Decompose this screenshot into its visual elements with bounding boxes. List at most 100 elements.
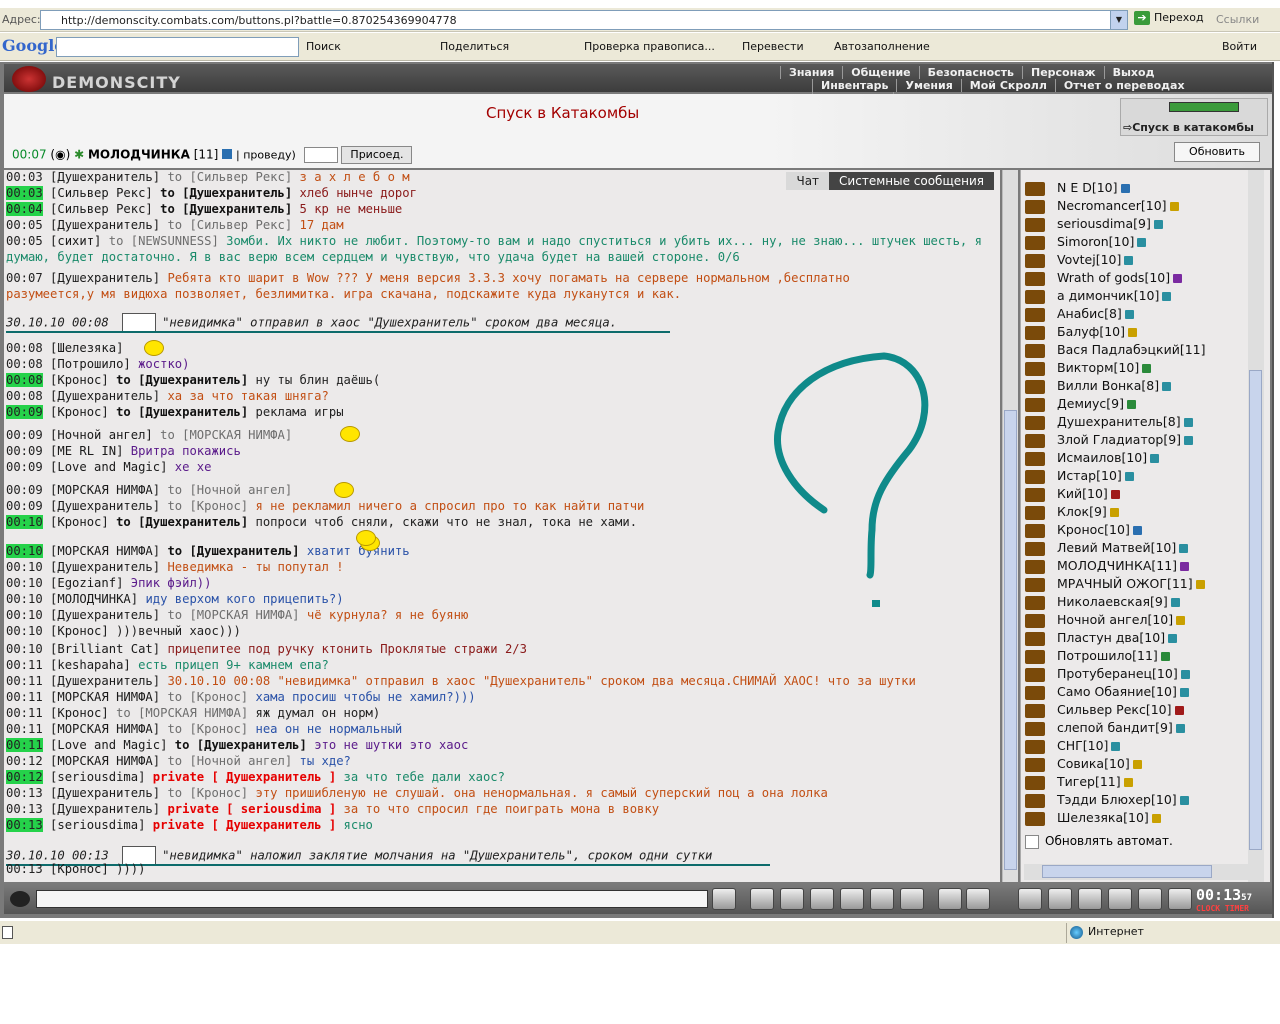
message-time[interactable]: 00:11 (6, 706, 43, 720)
user-list-item[interactable]: Vovtej[10] (1025, 252, 1134, 268)
message-nick[interactable]: [Душехранитель] (50, 560, 160, 574)
message-nick[interactable]: [МОРСКАЯ НИМФА] (50, 544, 160, 558)
user-info-icon[interactable] (1180, 670, 1190, 679)
google-search-input[interactable] (56, 37, 299, 57)
chat-scroll-thumb[interactable] (1004, 410, 1017, 870)
user-info-icon[interactable] (1180, 562, 1190, 571)
user-nick[interactable]: Тигер (1057, 774, 1095, 789)
private-message-icon[interactable] (1025, 595, 1045, 610)
message-time[interactable]: 00:04 (6, 202, 43, 216)
message-recipient[interactable]: to [Душехранитель] (167, 544, 299, 558)
message-time[interactable]: 00:11 (6, 658, 43, 672)
user-list-item[interactable]: Кронос[10] (1025, 522, 1142, 538)
private-message-icon[interactable] (1025, 397, 1045, 412)
user-info-icon[interactable] (1179, 544, 1189, 553)
message-time[interactable]: 00:13 (6, 786, 43, 800)
private-message-icon[interactable] (1025, 739, 1045, 754)
user-nick[interactable]: Вася Падлабэцкий (1057, 342, 1180, 357)
message-nick[interactable]: [Душехранитель] (50, 499, 160, 513)
user-list-item[interactable]: Кий[10] (1025, 486, 1120, 502)
user-info-icon[interactable] (1183, 418, 1193, 427)
scroll-icon[interactable] (1048, 888, 1072, 910)
private-message-icon[interactable] (1025, 577, 1045, 592)
chat-input[interactable] (36, 890, 708, 908)
message-time[interactable]: 00:11 (6, 690, 43, 704)
private-message-icon[interactable] (1025, 325, 1045, 340)
user-list-item[interactable]: Душехранитель[8] (1025, 414, 1193, 430)
message-time[interactable]: 00:09 (6, 428, 43, 442)
user-list-item[interactable]: Simoron[10] (1025, 234, 1147, 250)
menu-item[interactable]: Персонаж (1022, 66, 1104, 79)
message-nick[interactable]: [МОРСКАЯ НИМФА] (50, 754, 160, 768)
message-recipient[interactable]: to [Кронос] (167, 786, 248, 800)
message-recipient[interactable]: private [ Душехранитель ] (153, 818, 336, 832)
message-recipient[interactable]: to [МОРСКАЯ НИМФА] (167, 608, 299, 622)
message-nick[interactable]: [Кронос] (50, 373, 109, 387)
sit-button[interactable]: Присоед. (341, 146, 413, 164)
message-time[interactable]: 00:09 (6, 460, 43, 474)
message-time[interactable]: 00:03 (6, 186, 43, 200)
message-recipient[interactable]: to [Ночной ангел] (167, 754, 292, 768)
user-nick[interactable]: Пластун два (1057, 630, 1139, 645)
user-info-icon[interactable] (1109, 508, 1119, 517)
user-info-icon[interactable] (1120, 184, 1130, 193)
checkbox-icon[interactable] (1025, 834, 1039, 849)
private-message-icon[interactable] (1025, 613, 1045, 628)
message-time[interactable]: 00:09 (6, 405, 43, 419)
private-message-icon[interactable] (1025, 271, 1045, 286)
message-recipient[interactable]: to [Сильвер Рекс] (167, 170, 292, 184)
message-nick[interactable]: [Ночной ангел] (50, 428, 153, 442)
message-nick[interactable]: [ME RL IN] (50, 444, 123, 458)
message-time[interactable]: 00:10 (6, 608, 43, 622)
user-list-item[interactable]: Анабис[8] (1025, 306, 1134, 322)
private-message-icon[interactable] (1025, 253, 1045, 268)
message-time[interactable]: 00:10 (6, 515, 43, 529)
message-time[interactable]: 00:10 (6, 592, 43, 606)
user-list-item[interactable]: seriousdima[9] (1025, 216, 1163, 232)
user-list-item[interactable]: Вилли Вонка[8] (1025, 378, 1172, 394)
user-info-icon[interactable] (1179, 688, 1189, 697)
message-recipient[interactable]: to [Душехранитель] (160, 202, 292, 216)
private-message-icon[interactable] (1025, 235, 1045, 250)
message-time[interactable]: 00:08 (6, 373, 43, 387)
user-list-item[interactable]: Тигер[11] (1025, 774, 1133, 790)
message-nick[interactable]: [Кронос] (50, 862, 109, 876)
user-list-item[interactable]: Клок[9] (1025, 504, 1119, 520)
user-nick[interactable]: Совика (1057, 756, 1104, 771)
user-list-item[interactable]: Демиус[9] (1025, 396, 1136, 412)
user-info-icon[interactable] (1160, 652, 1170, 661)
user-info-icon[interactable] (1132, 526, 1142, 535)
fight-icon[interactable] (1078, 888, 1102, 910)
user-info-icon[interactable] (1124, 310, 1134, 319)
user-list-item[interactable]: Вася Падлабэцкий[11] (1025, 342, 1206, 358)
private-message-icon[interactable] (1025, 667, 1045, 682)
message-time[interactable]: 00:13 (6, 802, 43, 816)
message-recipient[interactable]: to [Душехранитель] (160, 186, 292, 200)
submenu-item[interactable]: Отчет о переводах (1054, 79, 1193, 92)
go-button[interactable]: ➔ Переход (1134, 11, 1204, 25)
message-nick[interactable]: [Душехранитель] (50, 674, 160, 688)
location-link[interactable]: ⇨Спуск в катакомбы (1123, 121, 1254, 134)
private-message-icon[interactable] (1025, 217, 1045, 232)
tab-system-messages[interactable]: Системные сообщения (829, 172, 994, 190)
submenu-item[interactable]: Мой Скролл (960, 79, 1055, 92)
message-time[interactable]: 00:05 (6, 218, 43, 232)
google-search-button[interactable]: Поиск (306, 40, 341, 53)
user-info-icon[interactable] (1162, 292, 1172, 301)
private-message-icon[interactable] (1025, 379, 1045, 394)
user-nick[interactable]: Вилли Вонка (1057, 378, 1141, 393)
users-hscrollbar[interactable] (1024, 864, 1248, 880)
user-info-icon[interactable] (1150, 454, 1160, 463)
user-nick[interactable]: seriousdima (1057, 216, 1133, 231)
message-time[interactable]: 00:09 (6, 444, 43, 458)
chat-scrollbar[interactable] (1002, 170, 1018, 882)
user-info-icon[interactable] (1169, 202, 1179, 211)
links-button[interactable]: Ссылки (1216, 13, 1259, 26)
submenu-item[interactable]: Инвентарь (812, 79, 896, 92)
message-nick[interactable]: [Кронос] (50, 405, 109, 419)
user-info-icon[interactable] (1124, 256, 1134, 265)
message-time[interactable]: 00:11 (6, 722, 43, 736)
message-time[interactable]: 00:11 (6, 738, 43, 752)
message-recipient[interactable]: to [Кронос] (167, 722, 248, 736)
message-recipient[interactable]: to [NEWSUNNESS] (109, 234, 219, 248)
